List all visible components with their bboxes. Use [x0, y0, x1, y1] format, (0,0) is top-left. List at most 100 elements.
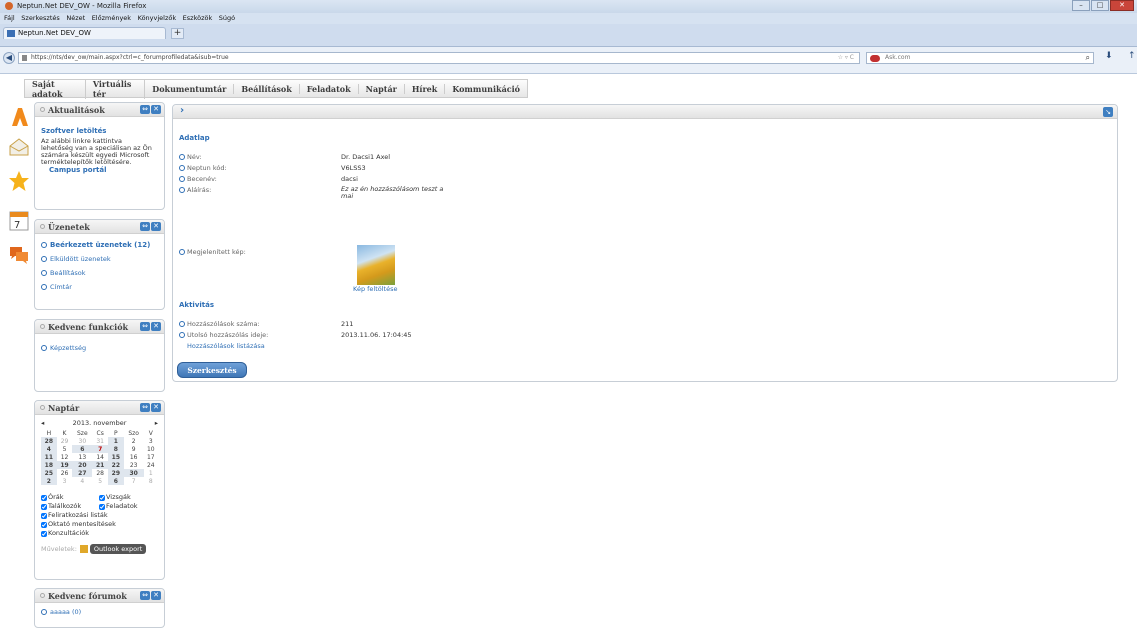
- message-envelope-icon[interactable]: [8, 136, 30, 158]
- hozzaszolasok-listazasa-link[interactable]: Hozzászólások listázása: [187, 342, 265, 350]
- nav-virtualis-ter[interactable]: Virtuális tér: [86, 78, 146, 99]
- checkbox[interactable]: [41, 494, 47, 501]
- calendar-day[interactable]: 8: [108, 445, 124, 453]
- minimize-button[interactable]: –: [1072, 0, 1090, 11]
- calendar-day[interactable]: 15: [108, 453, 124, 461]
- menu-file[interactable]: Fájl: [4, 13, 15, 24]
- export-icon[interactable]: [79, 545, 88, 553]
- calendar-day[interactable]: 14: [92, 453, 108, 461]
- ask-engine-icon[interactable]: [870, 55, 880, 62]
- nav-kommunikacio[interactable]: Kommunikáció: [445, 84, 527, 94]
- new-tab-button[interactable]: +: [171, 28, 184, 39]
- more-tools-icon[interactable]: ↑: [1128, 51, 1136, 61]
- browser-tab[interactable]: Neptun.Net DEV_OW: [3, 27, 166, 39]
- search-input[interactable]: Ask.com ⌕: [866, 52, 1094, 64]
- nav-hirek[interactable]: Hírek: [405, 83, 446, 94]
- checkbox[interactable]: [41, 521, 47, 528]
- check-konzultaciok[interactable]: Konzultációk: [41, 529, 158, 538]
- panel-expand-icon[interactable]: ⇔: [140, 222, 150, 231]
- calendar-day[interactable]: 21: [92, 461, 108, 469]
- kepzettseg-link[interactable]: Képzettség: [41, 344, 158, 352]
- panel-close-icon[interactable]: ✕: [151, 105, 161, 114]
- calendar-day[interactable]: 28: [92, 469, 108, 477]
- calendar-day[interactable]: 16: [124, 453, 144, 461]
- calendar-day[interactable]: 30: [72, 437, 92, 445]
- elkuldott-uzenetek-link[interactable]: Elküldött üzenetek: [41, 255, 158, 263]
- cimtar-link[interactable]: Címtár: [41, 283, 158, 291]
- calendar-day[interactable]: 27: [72, 469, 93, 477]
- menu-edit[interactable]: Szerkesztés: [21, 13, 59, 24]
- panel-expand-icon[interactable]: ⇔: [140, 322, 150, 331]
- nav-naptar[interactable]: Naptár: [359, 83, 405, 94]
- favorite-star-icon[interactable]: [8, 170, 30, 192]
- calendar-day[interactable]: 2: [41, 477, 57, 485]
- szoftver-letoltes-link[interactable]: Szoftver letöltés: [41, 127, 158, 135]
- menu-history[interactable]: Előzmények: [92, 13, 131, 24]
- back-button[interactable]: ◀: [3, 52, 15, 64]
- check-vizsgak[interactable]: Vizsgák: [99, 493, 131, 502]
- campus-portal-link[interactable]: Campus portál: [49, 166, 158, 174]
- check-oktato-mentesitesek[interactable]: Oktató mentesítések: [41, 520, 158, 529]
- calendar-day[interactable]: 23: [124, 461, 144, 469]
- calendar-day[interactable]: 3: [57, 477, 73, 485]
- outlook-export-button[interactable]: Outlook export: [89, 544, 147, 554]
- news-icon[interactable]: [8, 106, 30, 128]
- calendar-day[interactable]: 6: [108, 477, 124, 485]
- calendar-day[interactable]: 20: [72, 461, 93, 469]
- nav-feladatok[interactable]: Feladatok: [300, 83, 359, 94]
- panel-expand-icon[interactable]: ⇔: [140, 591, 150, 600]
- nav-sajat-adatok[interactable]: Saját adatok: [25, 78, 86, 99]
- kep-feltoltese-link[interactable]: Kép feltöltése: [353, 285, 398, 293]
- nav-dokumentumtar[interactable]: Dokumentumtár: [145, 83, 235, 94]
- beerkezett-uzenetek-link[interactable]: Beérkezett üzenetek (12): [41, 241, 158, 249]
- calendar-day[interactable]: 22: [108, 461, 124, 469]
- panel-close-icon[interactable]: ✕: [151, 322, 161, 331]
- calendar-day[interactable]: 7: [124, 477, 144, 485]
- address-controls[interactable]: ☆ ▿ C: [838, 53, 854, 63]
- check-talalkozok[interactable]: Találkozók: [41, 502, 99, 511]
- panel-expand-icon[interactable]: ⇔: [140, 105, 150, 114]
- calendar-day[interactable]: 13: [72, 453, 92, 461]
- calendar-day[interactable]: 31: [92, 437, 108, 445]
- calendar-day[interactable]: 26: [57, 469, 73, 477]
- calendar-day[interactable]: 10: [144, 445, 158, 453]
- forum-chat-icon[interactable]: [8, 244, 30, 266]
- calendar-day[interactable]: 8: [144, 477, 158, 485]
- calendar-day[interactable]: 2: [124, 437, 144, 445]
- address-bar[interactable]: https://nts/dev_ow/main.aspx?ctrl=c_foru…: [18, 52, 860, 64]
- calendar-day[interactable]: 4: [41, 445, 57, 453]
- calendar-day[interactable]: 29: [57, 437, 73, 445]
- checkbox[interactable]: [41, 503, 47, 510]
- checkbox[interactable]: [41, 530, 47, 537]
- calendar-day[interactable]: 29: [108, 469, 124, 477]
- calendar-day[interactable]: 30: [123, 469, 144, 477]
- menu-bookmarks[interactable]: Könyvjelzők: [138, 13, 177, 24]
- panel-close-icon[interactable]: ✕: [151, 403, 161, 412]
- menu-tools[interactable]: Eszközök: [183, 13, 213, 24]
- maximize-button[interactable]: □: [1091, 0, 1109, 11]
- calendar-day[interactable]: 12: [57, 453, 73, 461]
- calendar-day[interactable]: 4: [72, 477, 92, 485]
- calendar-day[interactable]: 5: [92, 477, 108, 485]
- calendar-day[interactable]: 7: [92, 445, 108, 453]
- edit-button[interactable]: Szerkesztés: [177, 362, 247, 378]
- close-button[interactable]: ✕: [1110, 0, 1134, 11]
- calendar-day[interactable]: 18: [41, 461, 57, 469]
- panel-expand-icon[interactable]: ↘: [1103, 107, 1113, 117]
- calendar-day[interactable]: 1: [108, 437, 124, 445]
- calendar-day[interactable]: 19: [56, 461, 73, 469]
- calendar-day[interactable]: 5: [57, 445, 73, 453]
- checkbox[interactable]: [99, 494, 105, 501]
- beallitasok-link[interactable]: Beállítások: [41, 269, 158, 277]
- calendar-day[interactable]: 24: [144, 461, 158, 469]
- calendar-day[interactable]: 9: [124, 445, 144, 453]
- calendar-day[interactable]: 17: [144, 453, 158, 461]
- download-icon[interactable]: ⬇: [1105, 51, 1113, 61]
- menu-help[interactable]: Súgó: [219, 13, 235, 24]
- menu-view[interactable]: Nézet: [66, 13, 85, 24]
- panel-close-icon[interactable]: ✕: [151, 591, 161, 600]
- next-month-icon[interactable]: ▸: [155, 419, 158, 427]
- search-icon[interactable]: ⌕: [1086, 53, 1090, 63]
- check-orak[interactable]: Órák: [41, 493, 99, 502]
- calendar-icon[interactable]: 7: [8, 210, 30, 232]
